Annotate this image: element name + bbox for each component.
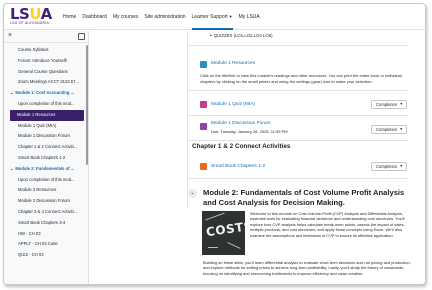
completion-dropdown[interactable]: Completion ▼ <box>371 100 407 109</box>
section-summary-continued: Building on these skills, you'll learn d… <box>203 260 411 276</box>
costs-chalkboard-image: COSTS <box>202 211 245 255</box>
chalk-mark <box>205 212 225 221</box>
quiz-icon <box>200 101 207 108</box>
course-index-section-module-2[interactable]: ⌄ Module 2: Fundamentals of ... <box>4 164 88 175</box>
link-icon <box>200 163 207 170</box>
logo-subtitle: LSU OF ALEXANDRIA <box>10 21 49 25</box>
divider <box>188 178 408 179</box>
course-index-item[interactable]: Course Syllabus <box>4 45 88 56</box>
course-index-item[interactable]: Forum: Introduce Yourself! <box>4 56 88 67</box>
divider <box>188 115 408 116</box>
logo-wordmark: LSUA <box>10 5 52 23</box>
course-index-item[interactable]: Upon completion of this mod... <box>4 99 88 110</box>
close-icon[interactable]: × <box>8 32 12 39</box>
chevron-down-icon: ▼ <box>399 102 403 106</box>
chalk-mark <box>208 247 218 248</box>
course-index-item[interactable]: Chapter 3 & 4 Connect Activiti... <box>4 207 88 218</box>
section-collapse-icon[interactable]: ⌄ <box>188 189 197 198</box>
course-index-item[interactable]: Module 2 Resources <box>4 185 88 196</box>
course-index-item[interactable]: Smart Book Chapters 1-2 <box>4 153 88 164</box>
chevron-down-icon: ▼ <box>399 164 403 168</box>
completion-label: Completion <box>376 102 398 107</box>
divider <box>188 90 408 91</box>
course-index-section-module-1[interactable]: ⌄ Module 1: Cost Accounting ... <box>4 88 88 99</box>
course-index-item[interactable]: Module 1 Quiz (MIA) <box>4 121 88 132</box>
nav-my-courses[interactable]: My courses <box>113 4 139 30</box>
divider <box>188 140 408 141</box>
course-index-item[interactable]: Upon completion of this mod... <box>4 175 88 186</box>
divider <box>188 45 408 46</box>
section-summary: Welcome to this module on Cost-Volume-Pr… <box>250 211 405 238</box>
course-index-item[interactable]: Module 1 Discussion Forum <box>4 131 88 142</box>
primary-navigation: Home Dashboard My courses Site administr… <box>63 4 266 30</box>
top-navbar: LSUA LSU OF ALEXANDRIA Home Dashboard My… <box>4 4 425 30</box>
course-index-item[interactable]: Chapter 1 & 2 Connect Activiti... <box>4 142 88 153</box>
drawer-header: × <box>4 31 88 43</box>
course-index-item[interactable]: APPLY - CH 03 Case <box>4 239 88 250</box>
activity-title[interactable]: Module 1 Resources <box>211 61 255 66</box>
nav-home[interactable]: Home <box>63 4 76 30</box>
activity-title[interactable]: Module 1 Discussion Forum <box>211 121 270 126</box>
chevron-down-icon[interactable]: ⌄ <box>10 90 13 95</box>
activity-title[interactable]: Smart Book Chapters 1-2 <box>211 164 265 169</box>
nav-dashboard[interactable]: Dashboard <box>82 4 106 30</box>
bullet-icon: • <box>210 33 212 39</box>
course-index-item[interactable]: General Course Questions <box>4 67 88 78</box>
nav-site-administration[interactable]: Site administration <box>144 4 185 30</box>
section-title-module-2[interactable]: Module 2: Fundamentals of Cost Volume Pr… <box>203 188 418 207</box>
chevron-down-icon: ▼ <box>399 127 403 131</box>
browser-window: LSUA LSU OF ALEXANDRIA Home Dashboard My… <box>3 3 426 285</box>
costs-image-word: COSTS <box>205 218 245 240</box>
activity-title[interactable]: Module 1 Quiz (MIA) <box>211 102 255 107</box>
objectives-text: QUIZZES (LO1,LO2,LO4,LO6) <box>213 33 273 38</box>
chalk-mark <box>227 242 241 249</box>
completion-dropdown[interactable]: Completion ▼ <box>371 162 407 171</box>
course-index-item[interactable]: Smart Book Chapters 3-4 <box>4 218 88 229</box>
forum-icon <box>200 123 207 130</box>
section-label: Module 1: Cost Accounting ... <box>15 90 75 96</box>
course-index-drawer: × Course Syllabus Forum: Introduce Yours… <box>4 31 89 284</box>
course-index-item[interactable]: QUIZ - CH 03 <box>4 250 88 261</box>
section-label: Module 2: Fundamentals of ... <box>15 165 75 171</box>
section-divider-line <box>187 31 188 207</box>
chevron-down-icon[interactable]: ⌄ <box>10 166 13 171</box>
lsua-logo[interactable]: LSUA LSU OF ALEXANDRIA <box>8 7 52 27</box>
nav-learner-support[interactable]: Learner Support▼ <box>191 4 233 30</box>
course-index-list: Course Syllabus Forum: Introduce Yoursel… <box>4 43 88 261</box>
due-date: Due: Tuesday, January 28, 2025, 11:59 PM <box>211 129 288 134</box>
course-index-item[interactable]: Zoom Meetings ACCT 3123 57... <box>4 77 88 88</box>
completion-dropdown[interactable]: Completion ▼ <box>371 125 407 134</box>
course-index-icon[interactable] <box>78 33 85 40</box>
course-index-item-current[interactable]: Module 1 Resources <box>10 109 84 121</box>
course-index-item[interactable]: Module 2 Discussion Forum <box>4 196 88 207</box>
completion-label: Completion <box>376 164 398 169</box>
course-index-item[interactable]: HW - CH 03 <box>4 229 88 240</box>
book-icon <box>200 61 207 68</box>
chevron-down-icon: ▼ <box>228 14 233 19</box>
course-content: • QUIZZES (LO1,LO2,LO4,LO6) Module 1 Reso… <box>90 31 425 284</box>
objectives-line: • QUIZZES (LO1,LO2,LO4,LO6) <box>210 33 273 39</box>
nav-my-lsua[interactable]: My LSUA <box>239 4 260 30</box>
drawer-scrollbar[interactable] <box>86 45 88 165</box>
nav-learner-support-label: Learner Support <box>191 14 228 20</box>
subsection-heading: Chapter 1 & 2 Connect Activities <box>192 143 291 150</box>
activity-description: Click on the title/link to view this mod… <box>200 73 402 84</box>
completion-label: Completion <box>376 127 398 132</box>
